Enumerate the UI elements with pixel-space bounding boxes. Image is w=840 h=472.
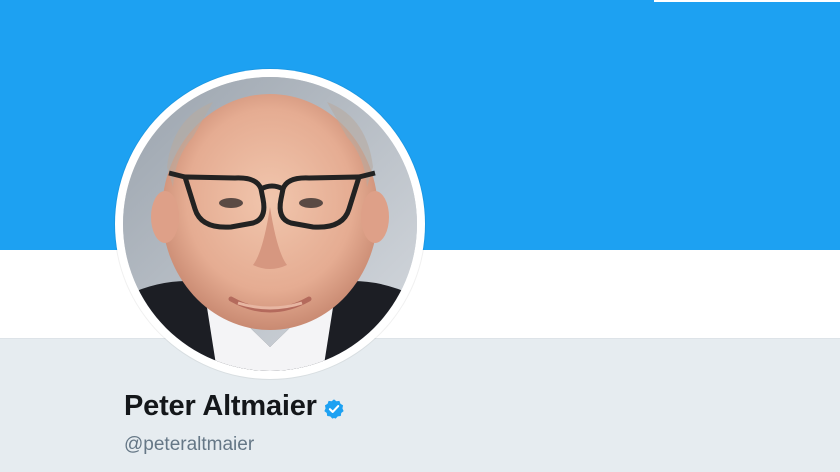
avatar[interactable] [123,77,417,371]
profile-handle[interactable]: @peteraltmaier [124,434,254,456]
avatar-photo [123,77,417,371]
verified-badge-icon [323,398,345,420]
avatar-frame [115,69,425,379]
profile-page: Peter Altmaier @peteraltmaier [0,0,840,472]
banner-edge-highlight [654,0,840,2]
profile-name-row: Peter Altmaier [124,390,345,423]
profile-name[interactable]: Peter Altmaier [124,390,317,423]
